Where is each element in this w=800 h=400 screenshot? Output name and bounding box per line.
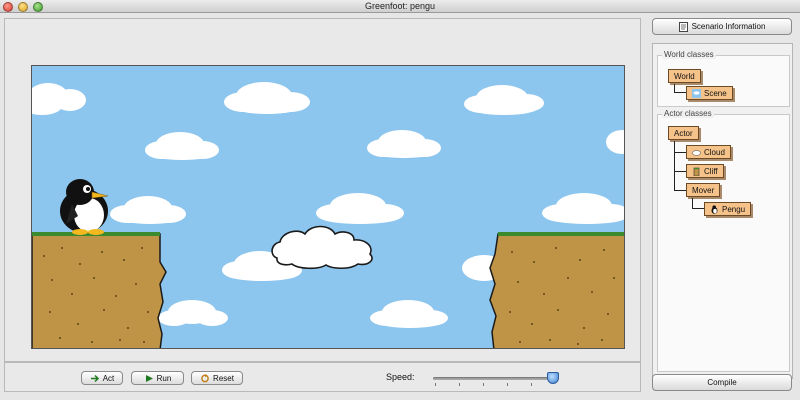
class-cloud-label: Cloud [704, 147, 725, 157]
speed-label: Speed: [386, 372, 415, 382]
slider-tick [435, 383, 436, 386]
slider-tick [531, 383, 532, 386]
scenario-information-label: Scenario Information [691, 22, 766, 31]
compile-button-label: Compile [707, 378, 737, 387]
class-world-label: World [674, 71, 695, 81]
step-arrow-icon [90, 374, 99, 382]
inheritance-line [674, 141, 675, 191]
speed-slider-track [433, 377, 559, 380]
class-scene[interactable]: Scene [686, 86, 733, 100]
act-button[interactable]: Act [81, 371, 123, 385]
slider-tick [483, 383, 484, 386]
class-tree: World classes World Scene Actor classes … [652, 43, 793, 379]
title-bar: Greenfoot: pengu [0, 0, 800, 13]
inheritance-line [692, 198, 693, 208]
execution-controls: Act Run Reset Speed: [4, 362, 641, 392]
class-scene-label: Scene [704, 88, 727, 98]
world-panel [4, 18, 641, 362]
world-classes-group: World classes World Scene [657, 50, 790, 107]
penguin-thumbnail-icon [711, 204, 718, 214]
world-scene [32, 66, 624, 348]
class-actor-label: Actor [674, 128, 693, 138]
actor-classes-title: Actor classes [662, 109, 714, 118]
inheritance-line [692, 208, 704, 209]
slider-tick [507, 383, 508, 386]
play-icon [145, 374, 153, 382]
class-mover[interactable]: Mover [686, 183, 721, 197]
greenfoot-window: Greenfoot: pengu Act Run Reset Speed: Sc… [0, 0, 800, 400]
class-cliff[interactable]: Cliff [686, 164, 724, 178]
inheritance-line [674, 92, 686, 93]
actor-classes-group: Actor classes Actor Cloud Cliff Mover Pe… [657, 109, 790, 372]
class-browser-panel: Scenario Information World classes World… [650, 16, 796, 396]
reset-icon [201, 373, 209, 382]
reset-button-label: Reset [213, 373, 234, 383]
window-title: Greenfoot: pengu [364, 1, 436, 11]
class-cloud[interactable]: Cloud [686, 145, 731, 159]
speed-slider-thumb[interactable] [547, 372, 559, 384]
scenario-information-button[interactable]: Scenario Information [652, 18, 792, 35]
speed-slider[interactable] [433, 371, 563, 387]
cliff-thumbnail-icon [693, 167, 700, 176]
run-button[interactable]: Run [131, 371, 184, 385]
class-world[interactable]: World [668, 69, 701, 83]
act-button-label: Act [102, 373, 115, 383]
class-cliff-label: Cliff [704, 166, 718, 176]
inheritance-line [674, 84, 675, 92]
inheritance-line [674, 152, 686, 153]
left-cliff-actor [32, 232, 167, 348]
inheritance-line [674, 190, 686, 191]
scenario-document-icon [678, 21, 688, 32]
cloud-thumbnail-icon [692, 149, 701, 156]
class-pengu-label: Pengu [722, 204, 746, 214]
compile-button[interactable]: Compile [652, 374, 792, 391]
reset-button[interactable]: Reset [191, 371, 243, 385]
world-view[interactable] [31, 65, 625, 349]
slider-tick [459, 383, 460, 386]
world-classes-title: World classes [662, 50, 716, 59]
run-button-label: Run [156, 373, 172, 383]
scene-thumbnail-icon [692, 88, 701, 98]
right-cliff-actor [489, 232, 624, 348]
inheritance-line [674, 171, 686, 172]
class-actor[interactable]: Actor [668, 126, 699, 140]
class-pengu[interactable]: Pengu [704, 202, 752, 216]
class-mover-label: Mover [692, 185, 715, 195]
